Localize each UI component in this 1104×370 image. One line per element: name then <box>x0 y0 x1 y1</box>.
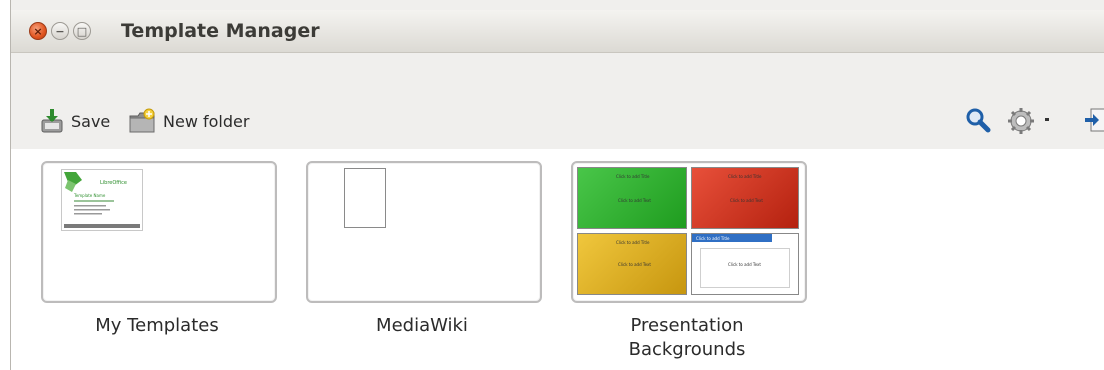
green-background-thumbnail: Click to add Title Click to add Text <box>577 167 687 229</box>
maximize-icon: □ <box>76 24 88 38</box>
save-button[interactable]: Save <box>39 105 110 137</box>
preview-title-text: Click to add Title <box>696 236 730 241</box>
label-line-2: Backgrounds <box>628 339 746 360</box>
folder-label-mediawiki: MediaWiki <box>376 315 468 336</box>
preview-heading: Template Name <box>74 193 106 198</box>
save-icon <box>41 109 63 133</box>
red-background-thumbnail: Click to add Title Click to add Text <box>691 167 799 229</box>
preview-body-text: Click to add Text <box>728 262 761 267</box>
settings-gear-icon[interactable] <box>1007 107 1035 135</box>
folder-presentation-backgrounds[interactable]: Click to add Title Click to add Text Cli… <box>571 161 807 303</box>
folder-label-presentation-backgrounds: Presentation Backgrounds <box>571 314 803 362</box>
white-background-thumbnail: Click to add Title Click to add Text <box>691 233 799 295</box>
search-icon[interactable] <box>965 107 991 133</box>
label-line-1: Presentation <box>630 315 744 336</box>
toolbar: Save New folder <box>11 53 1104 149</box>
dropdown-arrow-icon[interactable] <box>1043 117 1051 123</box>
yellow-background-thumbnail: Click to add Title Click to add Text <box>577 233 687 295</box>
blank-page-thumbnail <box>344 168 386 228</box>
save-label: Save <box>71 111 111 131</box>
preview-title-text: Click to add Title <box>728 174 762 179</box>
preview-brand: LibreOffice <box>100 180 127 186</box>
preview-body-text: Click to add Text <box>730 198 763 203</box>
new-folder-icon <box>129 108 155 133</box>
window-title: Template Manager <box>121 20 320 42</box>
folder-mediawiki[interactable] <box>306 161 542 303</box>
new-folder-label: New folder <box>163 111 250 131</box>
close-icon: × <box>33 24 43 38</box>
preview-title-text: Click to add Title <box>616 240 650 245</box>
minimize-icon: − <box>55 24 65 38</box>
preview-body-text: Click to add Text <box>618 198 651 203</box>
export-icon[interactable] <box>1085 107 1104 133</box>
template-folders-view: LibreOffice Template Name My Templates M… <box>11 149 1104 370</box>
maximize-button[interactable]: □ <box>73 22 91 40</box>
preview-body-text: Click to add Text <box>618 262 651 267</box>
text-box-outline <box>700 248 790 288</box>
preview-title-text: Click to add Title <box>616 174 650 179</box>
title-bar: × − □ Template Manager <box>11 10 1104 53</box>
close-button[interactable]: × <box>29 22 47 40</box>
template-thumbnail: LibreOffice Template Name <box>61 169 143 231</box>
folder-my-templates[interactable]: LibreOffice Template Name <box>41 161 277 303</box>
new-folder-button[interactable]: New folder <box>127 105 249 137</box>
template-manager-window: × − □ Template Manager Save New folder L… <box>10 0 1104 370</box>
folder-label-my-templates: My Templates <box>95 315 219 336</box>
minimize-button[interactable]: − <box>51 22 69 40</box>
libreoffice-template-preview <box>64 172 140 228</box>
